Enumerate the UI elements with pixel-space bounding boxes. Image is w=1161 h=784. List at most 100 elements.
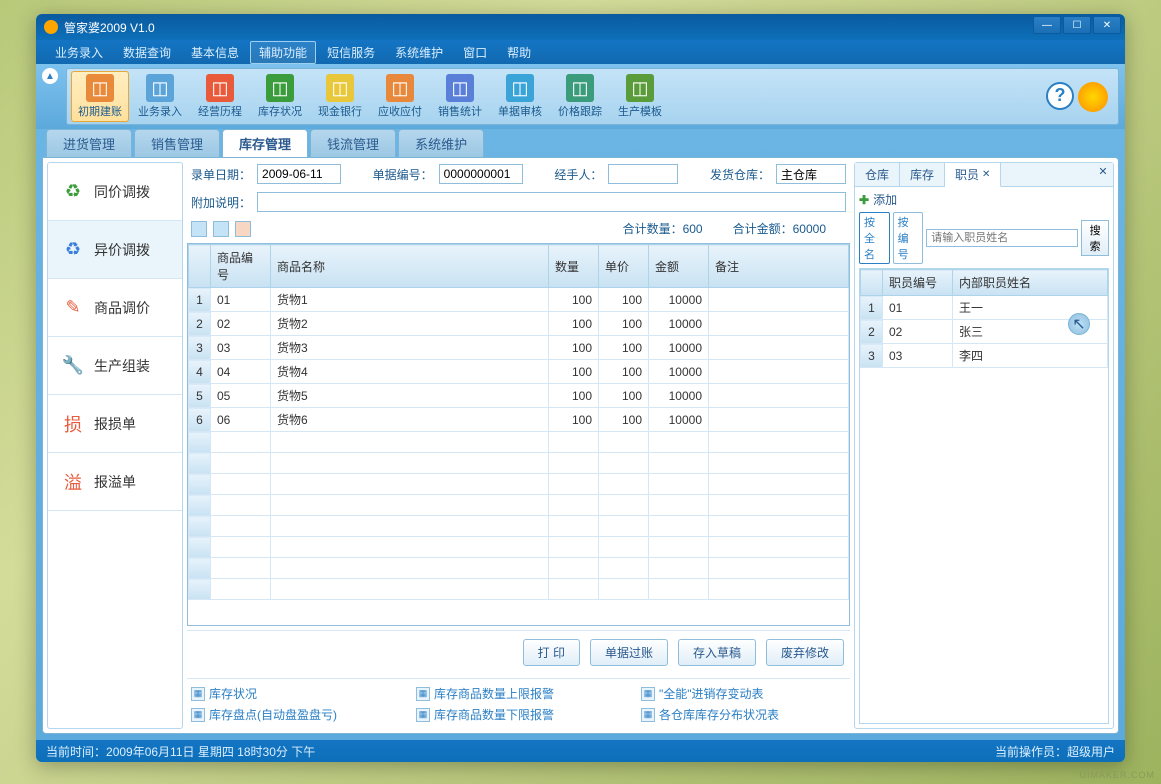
table-row[interactable] <box>189 558 849 579</box>
right-tab-0[interactable]: 仓库 <box>855 163 900 186</box>
table-row[interactable]: 404货物410010010000 <box>189 360 849 384</box>
chip-fullname[interactable]: 按全名 <box>859 212 890 264</box>
warehouse-input[interactable] <box>776 164 846 184</box>
sidebar-item-label: 报溢单 <box>94 472 136 492</box>
link-icon: ▦ <box>191 687 205 701</box>
col-header[interactable]: 金额 <box>649 245 709 288</box>
menu-3[interactable]: 辅助功能 <box>250 41 316 64</box>
col-header[interactable] <box>189 245 211 288</box>
grid-tool-icon-2[interactable] <box>213 221 229 237</box>
sidebar-item-2[interactable]: ✎商品调价 <box>48 279 182 337</box>
sidebar-icon: ♻ <box>62 239 84 261</box>
tab-4[interactable]: 系统维护 <box>398 129 484 157</box>
table-row[interactable]: 202货物210010010000 <box>189 312 849 336</box>
sidebar-item-3[interactable]: 🔧生产组装 <box>48 337 182 395</box>
link-2[interactable]: ▦"全能"进销存变动表 <box>641 685 846 702</box>
table-row[interactable]: 505货物510010010000 <box>189 384 849 408</box>
col-header[interactable]: 商品编号 <box>211 245 271 288</box>
menu-5[interactable]: 系统维护 <box>386 41 452 64</box>
grid-tool-icon-3[interactable] <box>235 221 251 237</box>
date-input[interactable] <box>257 164 341 184</box>
add-button[interactable]: ✚ 添加 <box>859 191 1109 208</box>
search-button[interactable]: 搜索 <box>1081 220 1109 256</box>
right-grid[interactable]: 职员编号内部职员姓名101王一202张三303李四 ↖ <box>859 268 1109 724</box>
sidebar-item-4[interactable]: 损报损单 <box>48 395 182 453</box>
table-row[interactable]: 101货物110010010000 <box>189 288 849 312</box>
watermark: UIMAKER.COM <box>1079 770 1155 780</box>
tab-2[interactable]: 库存管理 <box>222 129 308 157</box>
menu-4[interactable]: 短信服务 <box>318 41 384 64</box>
menu-6[interactable]: 窗口 <box>454 41 496 64</box>
table-row[interactable] <box>189 537 849 558</box>
col-header[interactable]: 商品名称 <box>271 245 549 288</box>
tab-close-icon[interactable]: ✕ <box>982 169 990 180</box>
table-row[interactable] <box>189 516 849 537</box>
link-5[interactable]: ▦各仓库库存分布状况表 <box>641 706 846 723</box>
toolbar-0[interactable]: ◫初期建账 <box>71 71 129 122</box>
handler-input[interactable] <box>608 164 678 184</box>
minimize-button[interactable]: — <box>1033 16 1061 34</box>
right-tab-2[interactable]: 职员✕ <box>945 163 1001 187</box>
link-3[interactable]: ▦库存盘点(自动盘盈盘亏) <box>191 706 396 723</box>
link-1[interactable]: ▦库存商品数量上限报警 <box>416 685 621 702</box>
menubar: 业务录入数据查询基本信息辅助功能短信服务系统维护窗口帮助 <box>36 40 1125 64</box>
toolbar-9[interactable]: ◫生产模板 <box>611 71 669 122</box>
toolbar-3[interactable]: ◫库存状况 <box>251 71 309 122</box>
menu-2[interactable]: 基本信息 <box>182 41 248 64</box>
search-input[interactable] <box>926 229 1078 247</box>
tab-3[interactable]: 钱流管理 <box>310 129 396 157</box>
col-header[interactable]: 单价 <box>599 245 649 288</box>
toolbar-4[interactable]: ◫现金银行 <box>311 71 369 122</box>
panel-close-icon[interactable]: ✕ <box>1096 165 1110 179</box>
sidebar-item-1[interactable]: ♻异价调拨 <box>48 221 182 279</box>
col-header[interactable]: 职员编号 <box>883 270 953 296</box>
table-row[interactable]: 303货物310010010000 <box>189 336 849 360</box>
warehouse-label: 发货仓库： <box>710 166 770 183</box>
table-row[interactable]: 303李四 <box>861 344 1108 368</box>
grid-tool-icon-1[interactable] <box>191 221 207 237</box>
menu-0[interactable]: 业务录入 <box>46 41 112 64</box>
link-4[interactable]: ▦库存商品数量下限报警 <box>416 706 621 723</box>
action-1[interactable]: 单据过账 <box>590 639 668 666</box>
toolbar-8[interactable]: ◫价格跟踪 <box>551 71 609 122</box>
col-header[interactable]: 数量 <box>549 245 599 288</box>
toolbar-collapse-icon[interactable]: ▲ <box>42 68 58 84</box>
orb-icon[interactable] <box>1078 82 1108 112</box>
remark-input[interactable] <box>257 192 846 212</box>
billno-input[interactable] <box>439 164 523 184</box>
chip-code[interactable]: 按编号 <box>893 212 924 264</box>
toolbar-5[interactable]: ◫应收应付 <box>371 71 429 122</box>
col-header[interactable] <box>861 270 883 296</box>
col-header[interactable]: 内部职员姓名 <box>953 270 1108 296</box>
toolbar-2[interactable]: ◫经营历程 <box>191 71 249 122</box>
menu-7[interactable]: 帮助 <box>498 41 540 64</box>
main-panel: ♻同价调拨♻异价调拨✎商品调价🔧生产组装损报损单溢报溢单 录单日期： 单据编号：… <box>42 157 1119 734</box>
toolbar-7[interactable]: ◫单据审核 <box>491 71 549 122</box>
table-row[interactable]: 606货物610010010000 <box>189 408 849 432</box>
sidebar-item-0[interactable]: ♻同价调拨 <box>48 163 182 221</box>
sidebar-item-5[interactable]: 溢报溢单 <box>48 453 182 511</box>
toolbar-1[interactable]: ◫业务录入 <box>131 71 189 122</box>
main-grid[interactable]: 商品编号商品名称数量单价金额备注101货物110010010000202货物21… <box>187 243 850 626</box>
titlebar[interactable]: 管家婆2009 V1.0 — ☐ ✕ <box>36 14 1125 40</box>
table-row[interactable] <box>189 432 849 453</box>
table-row[interactable] <box>189 495 849 516</box>
right-tab-1[interactable]: 库存 <box>900 163 945 186</box>
scroll-up-icon[interactable]: ↖ <box>1068 313 1090 335</box>
table-row[interactable] <box>189 474 849 495</box>
menu-1[interactable]: 数据查询 <box>114 41 180 64</box>
link-0[interactable]: ▦库存状况 <box>191 685 396 702</box>
col-header[interactable]: 备注 <box>709 245 849 288</box>
toolbar-icon: ◫ <box>626 74 654 102</box>
tab-0[interactable]: 进货管理 <box>46 129 132 157</box>
close-button[interactable]: ✕ <box>1093 16 1121 34</box>
maximize-button[interactable]: ☐ <box>1063 16 1091 34</box>
help-icon[interactable]: ? <box>1046 82 1074 110</box>
table-row[interactable] <box>189 453 849 474</box>
toolbar-6[interactable]: ◫销售统计 <box>431 71 489 122</box>
action-2[interactable]: 存入草稿 <box>678 639 756 666</box>
action-3[interactable]: 废弃修改 <box>766 639 844 666</box>
action-0[interactable]: 打 印 <box>523 639 580 666</box>
tab-1[interactable]: 销售管理 <box>134 129 220 157</box>
table-row[interactable] <box>189 579 849 600</box>
